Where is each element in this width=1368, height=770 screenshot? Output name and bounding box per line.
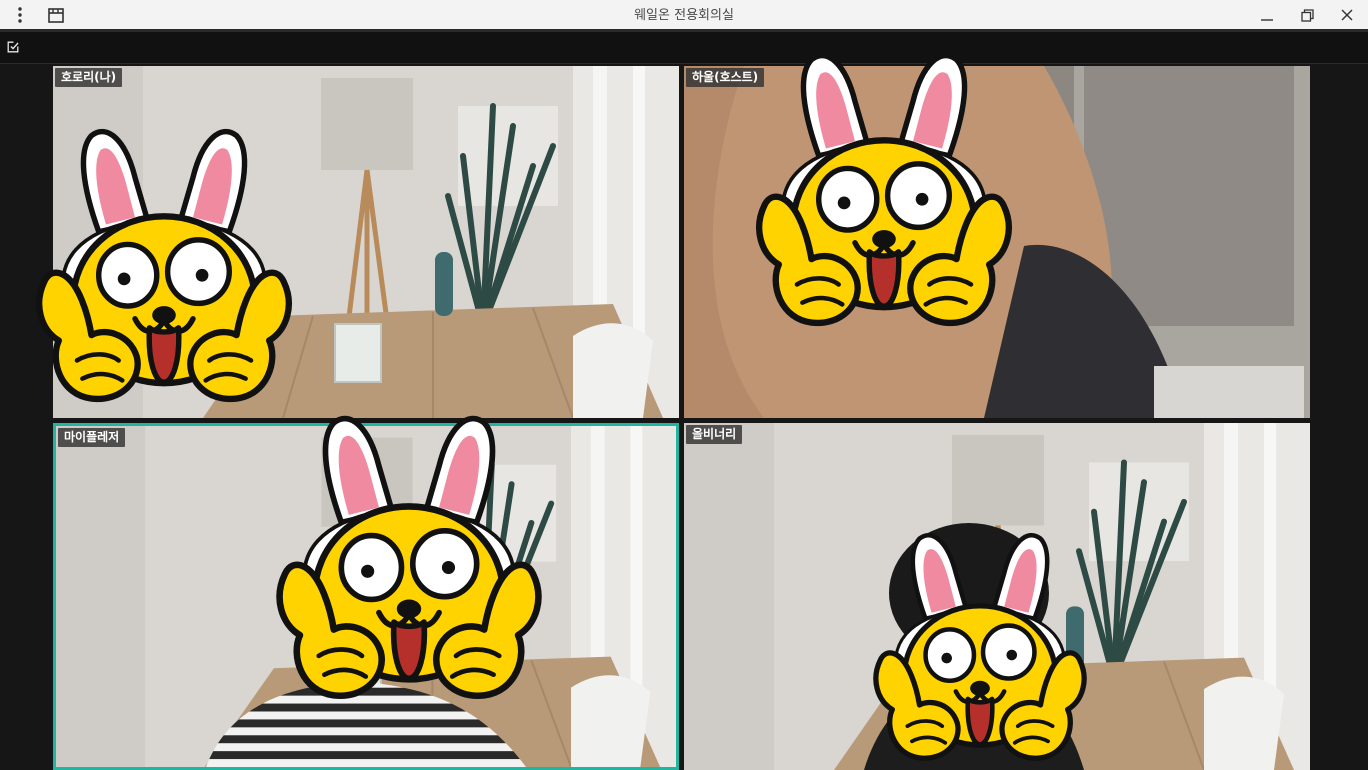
participant-name: 호로리(나): [55, 68, 123, 87]
title-bar: 웨일온 전용회의실: [0, 0, 1368, 32]
restore-button[interactable]: [1294, 0, 1320, 30]
window-layout-button[interactable]: [44, 0, 68, 30]
participant-name: 올비너리: [686, 425, 743, 444]
minimize-icon: [1261, 19, 1273, 21]
video-tile-2[interactable]: 하울(호스트): [684, 66, 1310, 418]
video-feed: [53, 66, 679, 418]
video-feed: [684, 66, 1310, 418]
window-layout-icon: [48, 7, 64, 23]
meeting-toolbar: [0, 32, 1368, 64]
participant-name: 하울(호스트): [686, 68, 765, 87]
person-shirt: [206, 681, 526, 767]
edit-button[interactable]: [4, 34, 22, 60]
minimize-button[interactable]: [1254, 0, 1280, 30]
person-silhouette: [864, 523, 1084, 770]
more-menu-button[interactable]: [8, 0, 32, 30]
video-tile-1[interactable]: 호로리(나): [53, 66, 679, 418]
edit-checkbox-icon: [7, 41, 19, 53]
close-button[interactable]: [1334, 0, 1360, 30]
video-tile-3[interactable]: 마이플레저: [53, 423, 679, 770]
participant-name: 마이플레저: [58, 428, 126, 447]
window-title: 웨일온 전용회의실: [634, 8, 734, 23]
restore-icon: [1300, 8, 1314, 22]
video-tile-4[interactable]: 올비너리: [684, 423, 1310, 770]
close-icon: [1341, 9, 1353, 21]
more-vertical-icon: [18, 7, 22, 23]
